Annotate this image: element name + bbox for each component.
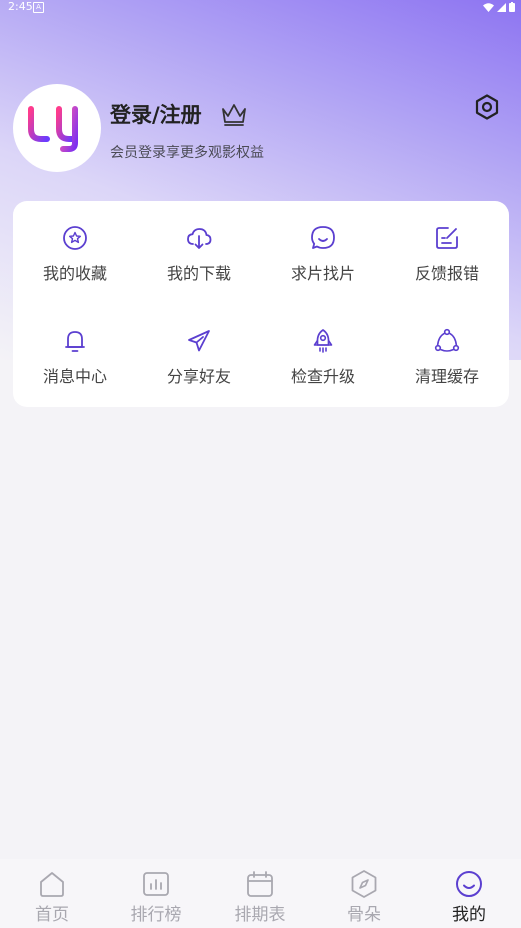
menu-item-feedback[interactable]: 反馈报错 <box>385 201 509 291</box>
edit-note-icon <box>436 227 458 249</box>
tab-mine[interactable]: 我的 <box>417 859 521 928</box>
app-logo-icon <box>28 106 78 152</box>
status-time: 2:45 <box>8 0 33 13</box>
menu-item-label: 我的下载 <box>166 264 231 283</box>
cloud-download-icon <box>187 228 212 249</box>
tab-schedule[interactable]: 排期表 <box>208 859 312 928</box>
tab-ranking[interactable]: 排行榜 <box>104 859 208 928</box>
paper-plane-icon <box>188 330 210 352</box>
tab-label: 排行榜 <box>130 905 182 925</box>
menu-item-downloads[interactable]: 我的下载 <box>137 201 261 291</box>
member-subtitle: 会员登录享更多观影权益 <box>110 145 264 161</box>
feature-grid: 我的收藏 我的下载 求片找片 反馈报错 消息中心 分享好友 检查升级 清理缓存 <box>13 201 509 407</box>
recycle-icon <box>434 328 460 352</box>
menu-item-favorites[interactable]: 我的收藏 <box>13 201 137 291</box>
menu-item-share[interactable]: 分享好友 <box>137 304 261 394</box>
smiley-icon <box>456 871 482 897</box>
favorite-star-icon <box>63 226 87 250</box>
menu-item-label: 我的收藏 <box>42 264 107 283</box>
menu-item-upgrade[interactable]: 检查升级 <box>261 304 385 394</box>
bell-icon <box>65 331 85 352</box>
home-icon <box>40 872 64 897</box>
calendar-icon <box>247 871 273 897</box>
menu-item-label: 检查升级 <box>290 367 355 386</box>
compass-icon <box>351 870 377 898</box>
menu-item-messages[interactable]: 消息中心 <box>13 304 137 394</box>
signal-icon <box>497 2 506 12</box>
tab-label: 首页 <box>35 905 69 925</box>
tab-home[interactable]: 首页 <box>0 859 104 928</box>
login-register-link[interactable]: 登录/注册 <box>110 100 202 130</box>
menu-item-clear-cache[interactable]: 清理缓存 <box>385 304 509 394</box>
status-bar: 2:45 A <box>0 0 521 14</box>
status-indicators <box>483 0 515 14</box>
rocket-icon <box>313 329 333 353</box>
crown-icon <box>222 104 246 126</box>
menu-item-label: 消息中心 <box>42 367 107 386</box>
menu-item-label: 清理缓存 <box>414 367 479 386</box>
battery-icon <box>509 2 515 12</box>
menu-item-label: 求片找片 <box>290 264 355 283</box>
chat-bubble-icon <box>311 226 335 249</box>
bottom-tab-bar: 首页 排行榜 排期表 骨朵 我的 <box>0 859 521 928</box>
tab-label: 我的 <box>452 905 486 925</box>
tab-label: 骨朵 <box>347 905 381 925</box>
menu-item-label: 反馈报错 <box>414 264 479 283</box>
chart-icon <box>143 872 169 896</box>
feature-menu-card: 我的收藏 我的下载 求片找片 反馈报错 消息中心 分享好友 检查升级 清理缓存 <box>13 201 509 407</box>
tab-label: 排期表 <box>234 905 286 925</box>
menu-item-request[interactable]: 求片找片 <box>261 201 385 291</box>
menu-item-label: 分享好友 <box>166 367 231 386</box>
notification-icon: A <box>33 2 44 13</box>
settings-icon[interactable] <box>473 93 501 121</box>
wifi-icon <box>483 2 494 12</box>
tab-guduo[interactable]: 骨朵 <box>312 859 416 928</box>
avatar[interactable] <box>13 84 101 172</box>
